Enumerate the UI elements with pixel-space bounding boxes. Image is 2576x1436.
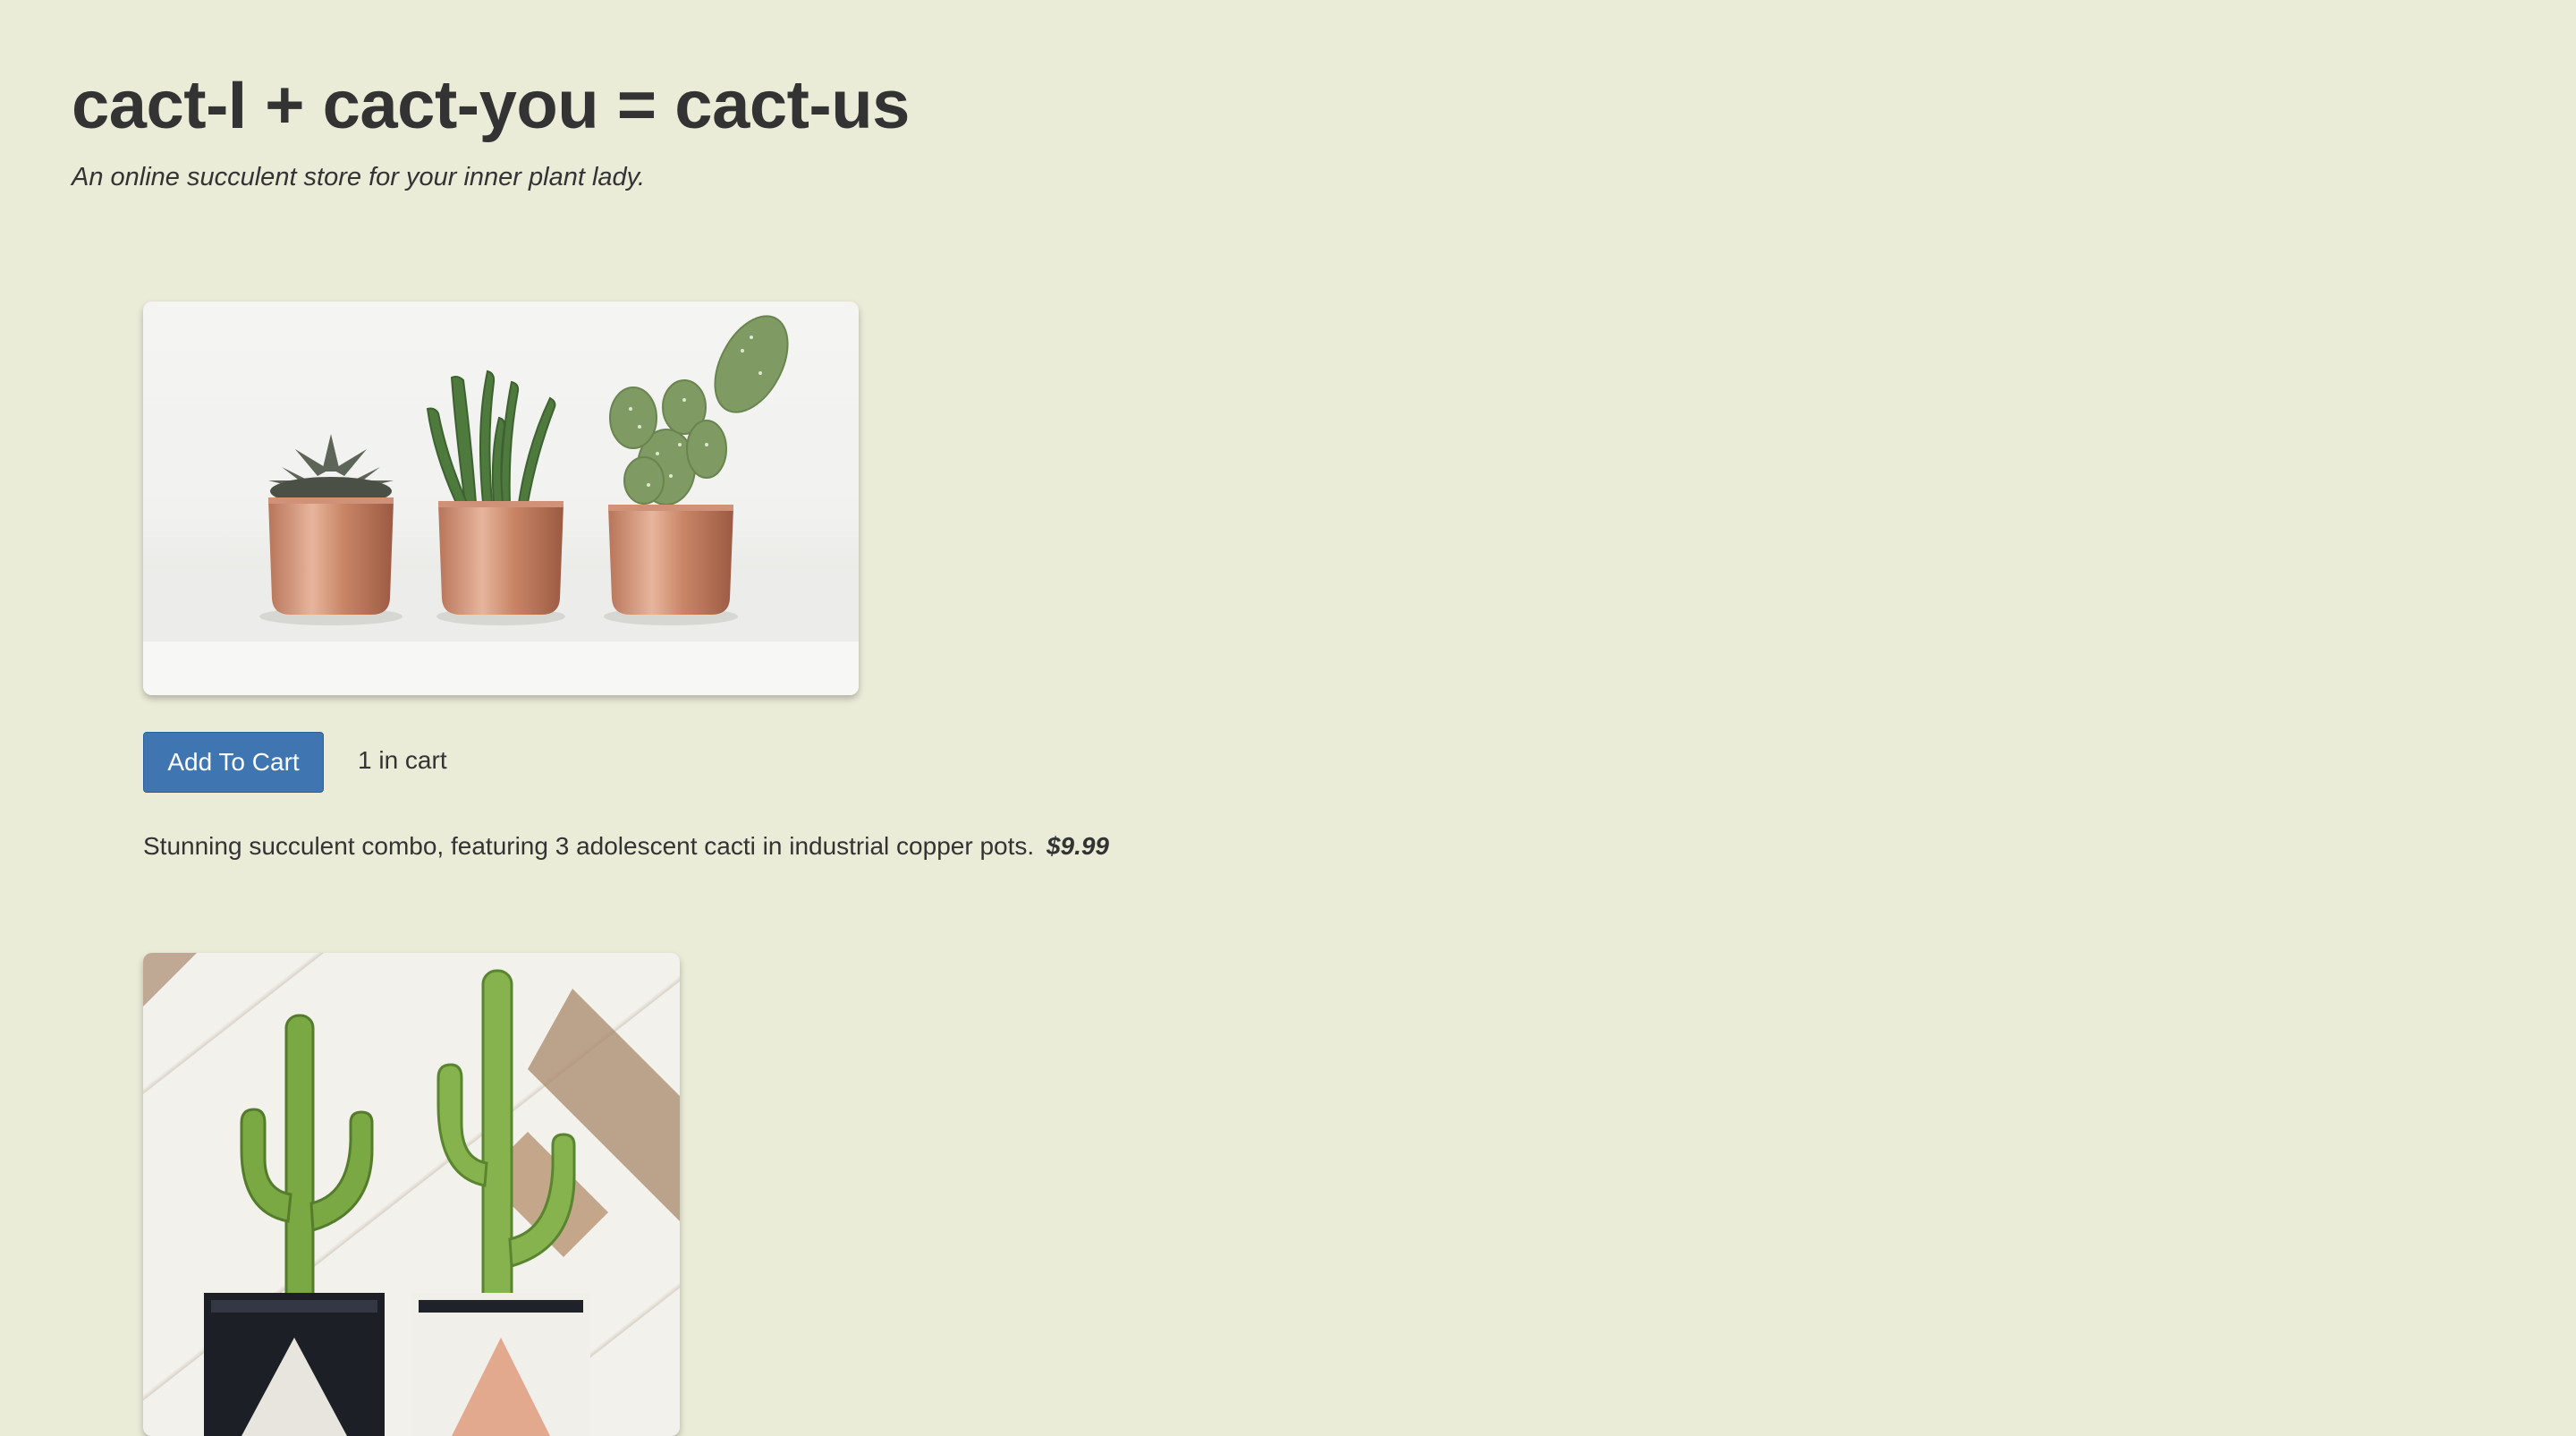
site-header: cact-I + cact-you = cact-us An online su… [72, 64, 910, 193]
product-card [143, 953, 680, 1436]
page-title: cact-I + cact-you = cact-us [72, 67, 910, 143]
product-image [143, 302, 859, 695]
add-to-cart-button[interactable]: Add To Cart [143, 732, 324, 793]
cacti-illustration [143, 953, 680, 1436]
product-price: $9.99 [1046, 832, 1110, 860]
product-image [143, 953, 680, 1436]
product-description: Stunning succulent combo, featuring 3 ad… [143, 832, 1035, 860]
product-card: Add To Cart 1 in cart Stunning succulent… [143, 302, 1109, 862]
product-description-row: Stunning succulent combo, featuring 3 ad… [143, 830, 1109, 862]
page-tagline: An online succulent store for your inner… [72, 163, 646, 191]
cart-row: Add To Cart 1 in cart [143, 732, 1109, 793]
cart-count-label: 1 in cart [358, 746, 447, 774]
succulents-illustration [143, 315, 859, 695]
